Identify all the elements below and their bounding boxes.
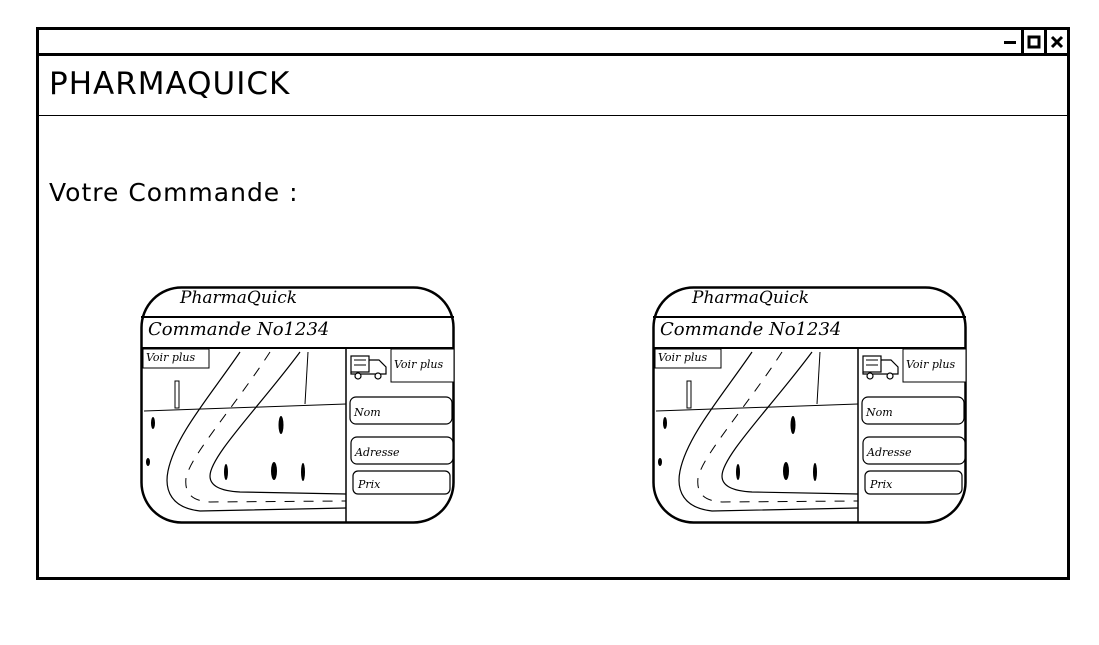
minimize-button[interactable] (998, 30, 1021, 53)
delivery-voir-plus-link[interactable]: Voir plus (394, 358, 443, 371)
section-title: Votre Commande : (49, 178, 299, 207)
order-number: Commande No1234 (148, 319, 330, 340)
card-brand: PharmaQuick (692, 288, 810, 308)
maximize-icon (1027, 35, 1041, 48)
close-icon (1050, 35, 1064, 48)
name-field[interactable]: Nom (866, 406, 893, 419)
map-voir-plus-link[interactable]: Voir plus (146, 351, 195, 364)
order-number: Commande No1234 (660, 319, 842, 340)
order-card[interactable]: PharmaQuick Commande No1234 Voir plus Vo… (140, 286, 455, 524)
app-window: PHARMAQUICK Votre Commande : PharmaQuick… (36, 27, 1070, 580)
close-button[interactable] (1044, 30, 1067, 53)
price-field[interactable]: Prix (870, 478, 892, 491)
address-field[interactable]: Adresse (355, 446, 400, 459)
app-title: PHARMAQUICK (49, 66, 291, 102)
map-voir-plus-link[interactable]: Voir plus (658, 351, 707, 364)
name-field[interactable]: Nom (354, 406, 381, 419)
title-bar (39, 30, 1067, 56)
address-field[interactable]: Adresse (867, 446, 912, 459)
app-header: PHARMAQUICK (39, 56, 1067, 116)
window-controls (998, 30, 1067, 53)
order-card[interactable]: PharmaQuick Commande No1234 Voir plus Vo… (652, 286, 967, 524)
card-brand: PharmaQuick (180, 288, 298, 308)
price-field[interactable]: Prix (358, 478, 380, 491)
minimize-icon (1003, 40, 1016, 44)
maximize-button[interactable] (1021, 30, 1044, 53)
delivery-voir-plus-link[interactable]: Voir plus (906, 358, 955, 371)
